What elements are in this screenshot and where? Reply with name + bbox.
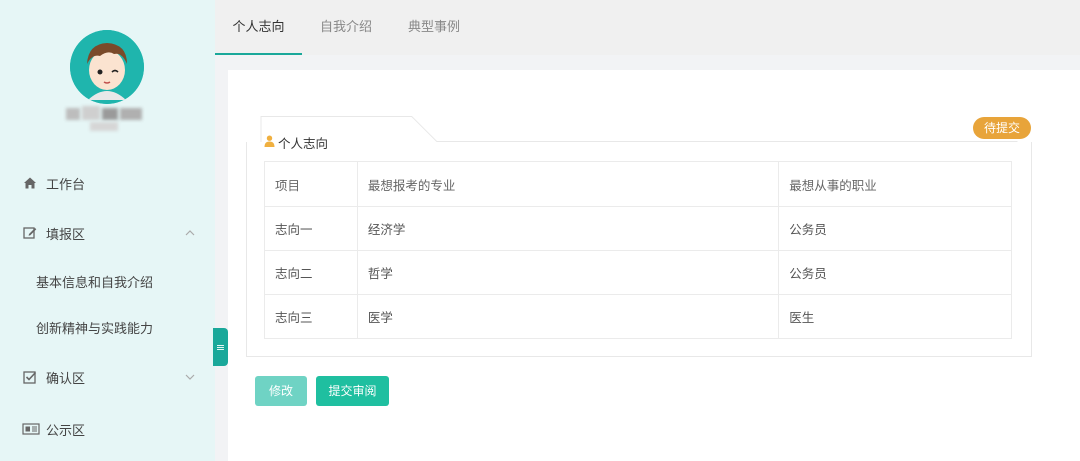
sidebar-item-confirm-area[interactable]: 确认区	[0, 357, 215, 397]
sidebar-item-public-area[interactable]: 公示区	[0, 409, 215, 449]
table-cell: 公务员	[778, 250, 1012, 295]
sidebar-item-label: 填报区	[46, 227, 86, 243]
chevron-down-icon	[185, 371, 195, 384]
submit-review-button[interactable]: 提交审阅	[316, 376, 389, 406]
table-cell: 哲学	[356, 250, 780, 295]
content-panel: 个人志向 待提交 项目 最想报考的专业 最想从事的职业 志向一 经济学 公务员 …	[228, 70, 1080, 461]
aspiration-table: 项目 最想报考的专业 最想从事的职业 志向一 经济学 公务员 志向二 哲学 公务…	[264, 161, 1012, 339]
avatar[interactable]	[70, 30, 144, 104]
tab-personal-aspiration[interactable]: 个人志向	[215, 0, 302, 55]
active-tab-indicator	[215, 53, 302, 55]
tab-label: 个人志向	[232, 20, 285, 35]
table-header: 最想从事的职业	[778, 161, 1012, 207]
tab-self-introduction[interactable]: 自我介绍	[310, 0, 382, 55]
sidebar-item-label: 工作台	[46, 177, 86, 193]
tab-typical-cases[interactable]: 典型事例	[398, 0, 470, 55]
menu-lines-icon: ≡	[215, 340, 226, 354]
table-cell: 经济学	[356, 206, 780, 251]
checkbox-icon	[22, 369, 38, 385]
username-blurred	[66, 104, 146, 132]
table-row: 志向三 医学 医生	[264, 294, 1012, 339]
table-header-row: 项目 最想报考的专业 最想从事的职业	[264, 161, 1012, 207]
tab-bar: 个人志向 自我介绍 典型事例	[215, 0, 1080, 55]
sidebar-collapse-handle[interactable]: ≡	[213, 328, 228, 366]
home-icon	[22, 175, 38, 191]
sidebar-subitem-basic-info[interactable]: 基本信息和自我介绍	[0, 263, 215, 299]
edit-icon	[22, 225, 38, 241]
status-badge: 待提交	[973, 117, 1031, 139]
sidebar-item-label: 公示区	[46, 423, 86, 439]
sidebar-item-label: 确认区	[46, 371, 86, 387]
card-header-outline	[260, 116, 1018, 142]
table-cell: 医学	[356, 294, 780, 339]
table-cell: 医生	[778, 294, 1012, 339]
sidebar-item-label: 创新精神与实践能力	[36, 321, 154, 337]
tab-label: 自我介绍	[319, 20, 372, 35]
table-row: 志向二 哲学 公务员	[264, 250, 1012, 295]
newspaper-icon	[22, 421, 40, 437]
table-cell: 志向二	[264, 250, 358, 295]
sidebar-item-fill-area[interactable]: 填报区	[0, 213, 215, 253]
tab-label: 典型事例	[407, 20, 460, 35]
sidebar-item-label: 基本信息和自我介绍	[36, 275, 154, 291]
table-cell: 公务员	[778, 206, 1012, 251]
table-cell: 志向三	[264, 294, 358, 339]
edit-button[interactable]: 修改	[255, 376, 307, 406]
table-header: 项目	[264, 161, 358, 207]
sidebar: 工作台 填报区 基本信息和自我介绍 创新精神与实践能力 确认区 公示区	[0, 0, 215, 461]
table-cell: 志向一	[264, 206, 358, 251]
chevron-up-icon	[185, 227, 195, 240]
sidebar-subitem-innovation[interactable]: 创新精神与实践能力	[0, 309, 215, 345]
table-row: 志向一 经济学 公务员	[264, 206, 1012, 251]
sidebar-item-workbench[interactable]: 工作台	[0, 163, 215, 203]
table-header: 最想报考的专业	[356, 161, 780, 207]
cartoon-avatar-icon	[70, 30, 144, 104]
